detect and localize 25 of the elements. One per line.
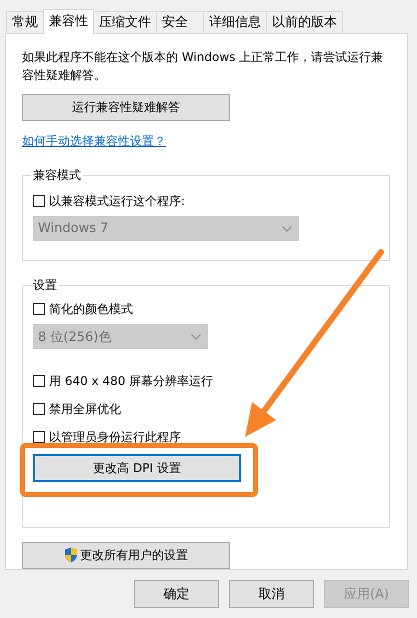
chevron-down-icon [282,226,292,232]
checkbox-label: 禁用全屏优化 [49,400,121,418]
group-title: 兼容模式 [31,167,83,184]
checkbox[interactable] [33,403,45,416]
chevron-down-icon [191,334,201,340]
help-link[interactable]: 如何手动选择兼容性设置？ [22,133,166,150]
checkbox[interactable] [33,195,45,208]
all-users-button[interactable]: 更改所有用户的设置 [22,542,230,569]
checkbox[interactable] [33,431,45,444]
checkbox-label: 以兼容模式运行这个程序: [49,192,186,210]
checkbox-label: 简化的颜色模式 [49,300,133,318]
checkbox-label: 用 640 x 480 屏幕分辨率运行 [49,372,214,390]
checkbox-label: 以管理员身份运行此程序 [49,428,181,446]
intro-text: 如果此程序不能在这个版本的 Windows 上正常工作，请尝试运行兼容性疑难解答。 [22,49,384,84]
troubleshoot-button[interactable]: 运行兼容性疑难解答 [22,94,230,122]
dialog-button[interactable]: 取消 [229,580,314,608]
tab[interactable]: 常规 [6,11,44,33]
group-title: 设置 [31,277,59,294]
tab[interactable]: 以前的版本 [266,11,343,33]
tab[interactable]: 兼容性 [43,9,94,34]
checkbox[interactable] [33,375,45,388]
shield-icon [64,547,78,564]
dpi-settings-button[interactable]: 更改高 DPI 设置 [33,454,241,482]
dialog-button[interactable]: 确定 [134,580,219,608]
checkbox[interactable] [33,303,45,316]
